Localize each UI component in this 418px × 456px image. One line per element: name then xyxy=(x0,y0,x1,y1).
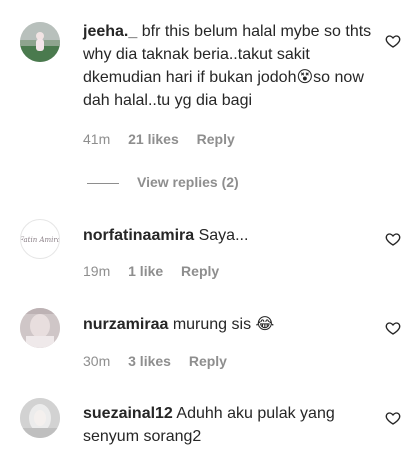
heart-icon[interactable] xyxy=(385,33,401,49)
comment-meta: 41m 21 likes Reply xyxy=(83,130,249,148)
comment-text: nurzamiraa murung sis 😂 xyxy=(83,313,373,336)
avatar-logo-text: Fatin Amira xyxy=(21,236,59,244)
avatar[interactable]: Fatin Amira xyxy=(20,219,60,259)
comment-username[interactable]: suezainal12 xyxy=(83,405,173,422)
comment-text: suezainal12 Aduhh aku pulak yang senyum … xyxy=(83,402,373,448)
reply-button[interactable]: Reply xyxy=(189,353,227,369)
avatar-photo xyxy=(20,308,60,348)
avatar[interactable] xyxy=(20,398,60,438)
heart-icon[interactable] xyxy=(385,410,401,426)
dizzy-face-emoji: 😵 xyxy=(296,69,314,86)
avatar[interactable] xyxy=(20,22,60,62)
comment-text: jeeha._ bfr this belum halal mybe so tht… xyxy=(83,20,373,112)
avatar[interactable] xyxy=(20,308,60,348)
heart-icon[interactable] xyxy=(385,231,401,247)
reply-button[interactable]: Reply xyxy=(181,263,219,279)
comment-likes[interactable]: 1 like xyxy=(128,263,163,279)
comment-time: 30m xyxy=(83,353,111,369)
comment-username[interactable]: jeeha._ xyxy=(83,23,137,40)
comment-username[interactable]: norfatinaamira xyxy=(83,227,194,244)
comment-body: Saya... xyxy=(198,227,249,244)
avatar-logo: Fatin Amira xyxy=(21,236,59,244)
comment-likes[interactable]: 3 likes xyxy=(128,353,171,369)
avatar-photo xyxy=(20,398,60,438)
view-replies-label: View replies (2) xyxy=(137,174,239,190)
comment-time: 41m xyxy=(83,131,111,147)
heart-icon[interactable] xyxy=(385,320,401,336)
view-replies-button[interactable]: View replies (2) xyxy=(87,173,239,191)
reply-button[interactable]: Reply xyxy=(197,131,235,147)
view-replies-line xyxy=(87,182,119,184)
avatar-photo xyxy=(20,22,60,62)
comment-username[interactable]: nurzamiraa xyxy=(83,316,168,333)
comment-meta: 19m 1 like Reply xyxy=(83,262,233,280)
comment-text: norfatinaamira Saya... xyxy=(83,224,373,247)
comment-meta: 30m 3 likes Reply xyxy=(83,352,241,370)
comment-likes[interactable]: 21 likes xyxy=(128,131,179,147)
comment-body: murung sis xyxy=(172,316,252,333)
tears-of-joy-emoji: 😂 xyxy=(255,316,275,333)
comment-time: 19m xyxy=(83,263,111,279)
